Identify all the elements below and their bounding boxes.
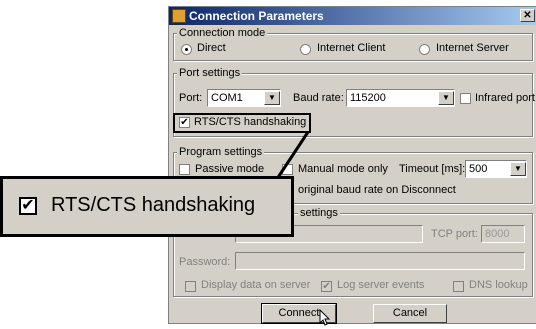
callout-connector xyxy=(273,131,310,183)
zoom-rts-cts-checkbox: ✔ xyxy=(19,197,37,215)
zoom-rts-cts-label: RTS/CTS handshaking xyxy=(51,194,256,216)
zoom-callout: ✔ RTS/CTS handshaking xyxy=(0,176,294,237)
